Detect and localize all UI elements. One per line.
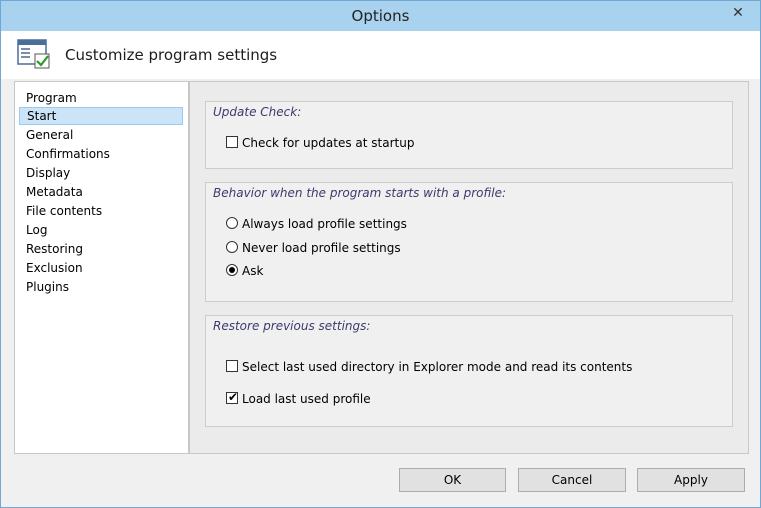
settings-panel: Update Check: Check for updates at start… (189, 81, 749, 454)
sidebar-item-metadata[interactable]: Metadata (19, 183, 183, 201)
header-banner: Customize program settings (1, 31, 760, 79)
sidebar-item-confirmations[interactable]: Confirmations (19, 145, 183, 163)
sidebar-item-start[interactable]: Start (19, 107, 183, 125)
title-bar[interactable]: Options ✕ (1, 1, 760, 31)
ok-button[interactable]: OK (399, 468, 506, 492)
sidebar-item-file-contents[interactable]: File contents (19, 202, 183, 220)
radio-label: Ask (242, 264, 264, 278)
sidebar-item-exclusion[interactable]: Exclusion (19, 259, 183, 277)
group-title-update-check: Update Check: (213, 105, 302, 119)
check-mark-icon: ✔ (228, 390, 239, 404)
checkbox-box[interactable]: ✔ (226, 390, 239, 404)
radio-label: Never load profile settings (242, 241, 401, 255)
radio-circle[interactable] (226, 241, 238, 253)
checkbox-box[interactable] (226, 360, 238, 372)
sidebar-item-general[interactable]: General (19, 126, 183, 144)
apply-button[interactable]: Apply (637, 468, 745, 492)
group-title-restore: Restore previous settings: (213, 319, 371, 333)
sidebar-item-display[interactable]: Display (19, 164, 183, 182)
group-title-behavior: Behavior when the program starts with a … (213, 186, 506, 200)
cancel-button[interactable]: Cancel (518, 468, 626, 492)
sidebar-item-program[interactable]: Program (19, 89, 183, 107)
checkbox-label: Check for updates at startup (242, 136, 415, 150)
checkbox-label: Select last used directory in Explorer m… (242, 360, 633, 374)
sidebar-item-plugins[interactable]: Plugins (19, 278, 183, 296)
radio-selected-dot (229, 267, 235, 273)
checkbox-label: Load last used profile (242, 392, 371, 406)
settings-category-list[interactable]: Program Start General Confirmations Disp… (14, 81, 189, 454)
header-title: Customize program settings (65, 46, 278, 64)
window-title: Options (351, 7, 410, 25)
radio-circle[interactable] (226, 217, 238, 229)
startup-behavior-group: Behavior when the program starts with a … (205, 182, 733, 302)
radio-label: Always load profile settings (242, 217, 407, 231)
update-check-group: Update Check: Check for updates at start… (205, 101, 733, 169)
options-window: Options ✕ Customize program settings Pro… (0, 0, 761, 508)
settings-window-icon (17, 39, 51, 74)
close-icon[interactable]: ✕ (723, 3, 753, 23)
checkbox-box[interactable] (226, 136, 238, 148)
sidebar-item-log[interactable]: Log (19, 221, 183, 239)
sidebar-item-restoring[interactable]: Restoring (19, 240, 183, 258)
radio-circle[interactable] (226, 264, 238, 276)
restore-settings-group: Restore previous settings: Select last u… (205, 315, 733, 427)
